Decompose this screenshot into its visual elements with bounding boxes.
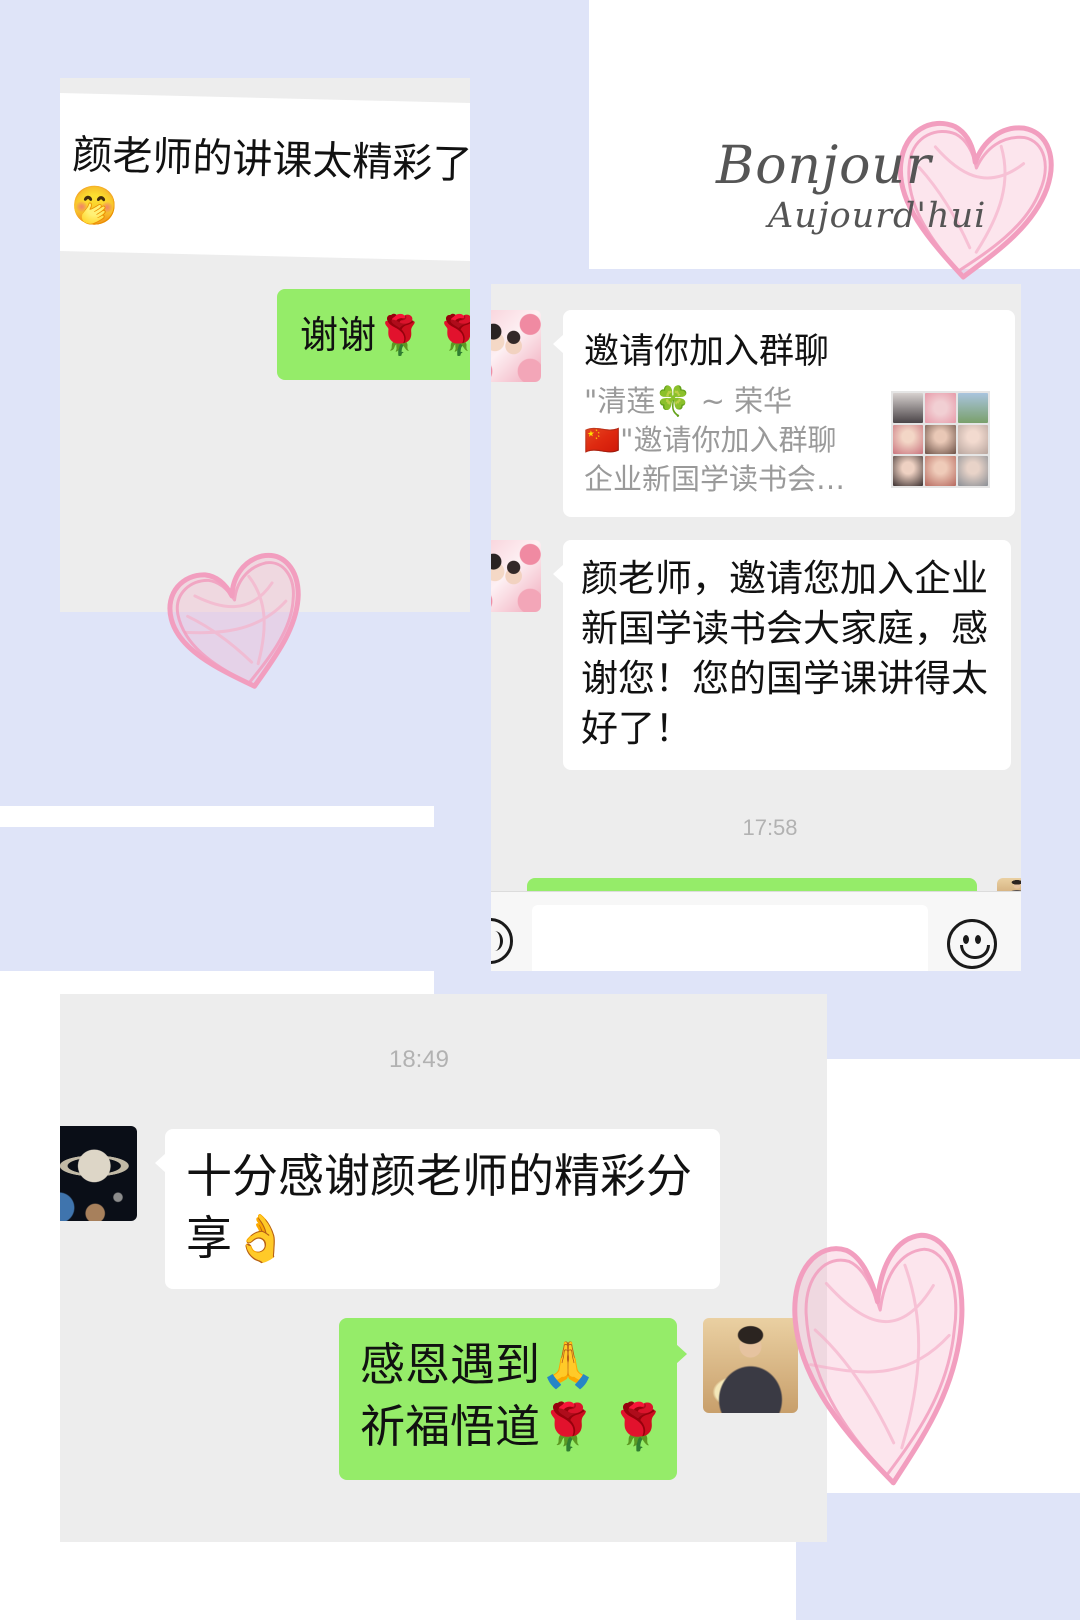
group-invite-card[interactable]: 邀请你加入群聊 "清莲🍀 ~ 荣华 🇨🇳"邀请你加入群聊 企业新国学读书会…	[553, 310, 1015, 517]
message-text: 感恩遇到🙏 祈福悟道🌹 🌹	[360, 1334, 672, 1458]
message-text: 颜老师，邀请您加入企业 新国学读书会大家庭，感 谢您！您的国学课讲得太 好了！	[581, 554, 1006, 754]
emoji-icon[interactable]	[947, 919, 997, 969]
message-text: 十分感谢颜老师的精彩分 享👌	[186, 1145, 716, 1269]
background-panel	[796, 1493, 1080, 1620]
timestamp: 17:58	[742, 815, 798, 840]
message-input[interactable]	[532, 905, 928, 971]
incoming-message-bubble[interactable]: 颜老师的讲课太精彩了 🤭	[60, 92, 470, 262]
decor-title-aujourdhui: Aujourd'hui	[768, 196, 987, 236]
group-avatar-grid-icon	[891, 391, 990, 488]
timestamp: 18:49	[388, 1046, 450, 1073]
message-line: 谢您！您的国学课讲得太	[581, 657, 988, 700]
invite-card-description: "清莲🍀 ~ 荣华 🇨🇳"邀请你加入群聊 企业新国学读书会…	[584, 382, 884, 499]
invite-card-line: 🇨🇳"邀请你加入群聊	[584, 423, 837, 457]
self-avatar[interactable]	[703, 1318, 798, 1413]
message-line: 享👌	[186, 1211, 290, 1265]
decor-title-bonjour: Bonjour	[716, 136, 932, 196]
message-line: 感恩遇到🙏	[360, 1338, 597, 1391]
message-text: 颜老师的讲课太精彩了	[71, 132, 470, 189]
message-line: 十分感谢颜老师的精彩分	[186, 1149, 692, 1203]
voice-icon[interactable]	[491, 918, 513, 964]
message-text: 谢谢🌹 🌹	[300, 312, 470, 357]
invite-card-line: "清莲🍀 ~ 荣华	[584, 384, 793, 418]
chat-screenshot-1: 颜老师的讲课太精彩了 🤭 谢谢🌹 🌹	[60, 78, 470, 612]
sender-avatar[interactable]	[60, 1126, 137, 1221]
outgoing-message-bubble[interactable]: 感恩遇到🙏 祈福悟道🌹 🌹	[339, 1318, 687, 1480]
sender-avatar[interactable]	[491, 540, 541, 612]
message-composer	[491, 891, 1021, 971]
incoming-message-bubble[interactable]: 十分感谢颜老师的精彩分 享👌	[155, 1129, 720, 1289]
sender-avatar[interactable]	[491, 310, 541, 382]
message-line: 颜老师，邀请您加入企业	[581, 557, 988, 600]
message-line: 新国学读书会大家庭，感	[581, 607, 988, 650]
outgoing-message-bubble[interactable]: 谢谢🌹 🌹	[277, 289, 470, 380]
message-emoji: 🤭	[70, 183, 120, 229]
invite-card-title: 邀请你加入群聊	[584, 332, 830, 372]
heart-decoration	[776, 1214, 990, 1513]
message-line: 祈福悟道🌹 🌹	[360, 1400, 667, 1453]
chat-screenshot-3: 18:49 十分感谢颜老师的精彩分 享👌 感恩遇到🙏 祈福悟道🌹 🌹	[60, 994, 827, 1542]
invite-card-line: 企业新国学读书会…	[584, 462, 846, 496]
incoming-message-bubble[interactable]: 颜老师，邀请您加入企业 新国学读书会大家庭，感 谢您！您的国学课讲得太 好了！	[553, 540, 1011, 770]
message-line: 好了！	[581, 707, 692, 750]
chat-screenshot-2: 邀请你加入群聊 "清莲🍀 ~ 荣华 🇨🇳"邀请你加入群聊 企业新国学读书会… 颜…	[491, 284, 1021, 971]
background-panel	[0, 827, 500, 971]
